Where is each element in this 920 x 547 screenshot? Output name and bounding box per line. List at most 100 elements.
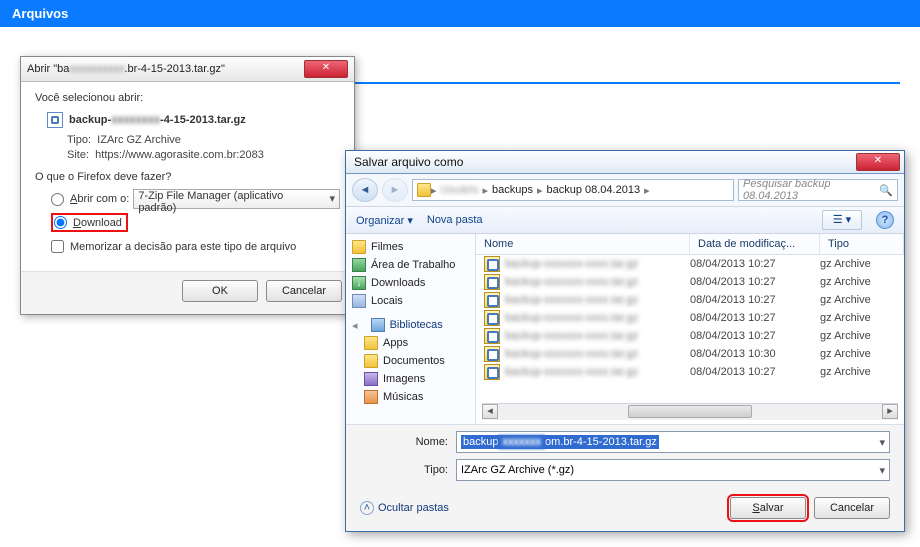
redacted: xxxxxxxxxx: [69, 63, 124, 75]
table-row[interactable]: backup-xxxxxxx-xxxx.tar.gz 08/04/2013 10:…: [476, 309, 904, 327]
tree-group-bibliotecas[interactable]: ◂ Bibliotecas: [348, 316, 473, 334]
filename-field: Nome: backupxxxxxxxom.br-4-15-2013.tar.g…: [406, 431, 890, 453]
hide-folders-button[interactable]: ˄ Ocultar pastas: [360, 501, 449, 515]
drive-icon: [352, 294, 366, 308]
table-row[interactable]: backup-xxxxxxx-xxxx.tar.gz 08/04/2013 10:…: [476, 327, 904, 345]
folder-icon: [352, 240, 366, 254]
file-icon: [47, 112, 63, 128]
search-icon[interactable]: 🔍: [879, 184, 893, 197]
table-row[interactable]: backup-xxxxxxx-xxxx.tar.gz08/04/2013 10:…: [476, 255, 904, 273]
remember-checkbox[interactable]: [51, 240, 64, 253]
col-type[interactable]: Tipo: [820, 234, 904, 254]
breadcrumb[interactable]: ▸ Usuário ▸ backups ▸ backup 08.04.2013 …: [412, 179, 734, 201]
table-row[interactable]: backup-xxxxxxx-xxxx.tar.gz08/04/2013 10:…: [476, 291, 904, 309]
t: -4-15-2013.tar.gz: [160, 114, 246, 126]
redacted-filename: backup-xxxxxxx-xxxx.tar.gz: [505, 348, 638, 360]
filetype-select[interactable]: IZArc GZ Archive (*.gz): [456, 459, 890, 481]
redacted: xxxxxxxx: [111, 114, 160, 126]
download-option[interactable]: Download: [51, 213, 340, 232]
toolbar: Organizar ▾ Nova pasta ☰ ▾ ?: [346, 207, 904, 234]
remember-choice[interactable]: Memorizar a decisão para este tipo de ar…: [51, 240, 340, 253]
cell-type: gz Archive: [820, 366, 904, 378]
tree-item-apps[interactable]: Apps: [348, 334, 473, 352]
tree-item-documentos[interactable]: Documentos: [348, 352, 473, 370]
cancel-button[interactable]: Cancelar: [266, 280, 342, 302]
file-site: Site: https://www.agorasite.com.br:2083: [67, 149, 340, 161]
cell-type: gz Archive: [820, 276, 904, 288]
remember-label: Memorizar a decisão para este tipo de ar…: [70, 241, 296, 253]
redacted-filename: backup-xxxxxxx-xxxx.tar.gz: [505, 312, 638, 324]
filetype-label: Tipo:: [406, 464, 448, 476]
tree-item-downloads[interactable]: Downloads: [348, 274, 473, 292]
column-headers[interactable]: Nome Data de modificaç... Tipo: [476, 234, 904, 255]
t: IZArc GZ Archive (*.gz): [461, 464, 574, 476]
forward-icon[interactable]: ►: [382, 178, 408, 202]
ok-button[interactable]: OK: [182, 280, 258, 302]
open-with-app-select[interactable]: 7-Zip File Manager (aplicativo padrão): [133, 189, 340, 209]
view-button[interactable]: ☰ ▾: [822, 210, 862, 230]
breadcrumb-seg[interactable]: backup 08.04.2013: [542, 184, 644, 196]
col-date[interactable]: Data de modificaç...: [690, 234, 820, 254]
help-icon[interactable]: ?: [876, 211, 894, 229]
redacted-filename: backup-xxxxxxx-xxxx.tar.gz: [505, 330, 638, 342]
organize-button[interactable]: Organizar ▾: [356, 214, 413, 227]
redacted: Usuário: [437, 184, 483, 196]
cell-type: gz Archive: [820, 258, 904, 270]
save-as-dialog: Salvar arquivo como ✕ ◄ ► ▸ Usuário ▸ ba…: [345, 150, 905, 532]
cell-date: 08/04/2013 10:27: [690, 330, 820, 342]
desktop-icon: [352, 258, 366, 272]
filetype-field: Tipo: IZArc GZ Archive (*.gz): [406, 459, 890, 481]
download-icon: [352, 276, 366, 290]
music-icon: [364, 390, 378, 404]
t: Abrir "ba: [27, 63, 69, 75]
cell-date: 08/04/2013 10:27: [690, 258, 820, 270]
dialog-title: Abrir "baxxxxxxxxxx.br-4-15-2013.tar.gz": [27, 63, 304, 75]
open-with-radio[interactable]: [51, 193, 64, 206]
table-row[interactable]: backup-xxxxxxx-xxxx.tar.gz08/04/2013 10:…: [476, 363, 904, 381]
folder-tree[interactable]: Filmes Área de Trabalho Downloads Locais…: [346, 234, 476, 424]
tree-item-imagens[interactable]: Imagens: [348, 370, 473, 388]
archive-icon: [484, 328, 500, 344]
tree-item-filmes[interactable]: Filmes: [348, 238, 473, 256]
image-icon: [364, 372, 378, 386]
back-icon[interactable]: ◄: [352, 178, 378, 202]
cell-type: gz Archive: [820, 330, 904, 342]
scroll-thumb[interactable]: [628, 405, 753, 418]
what-should-firefox-do: O que o Firefox deve fazer?: [35, 171, 340, 183]
close-icon[interactable]: ✕: [304, 60, 348, 78]
col-name[interactable]: Nome: [476, 234, 690, 254]
archive-icon: [484, 292, 500, 308]
redacted-filename: backup-xxxxxxx-xxxx.tar.gz: [505, 276, 638, 288]
cell-date: 08/04/2013 10:27: [690, 312, 820, 324]
cancel-button[interactable]: Cancelar: [814, 497, 890, 519]
horizontal-scrollbar[interactable]: ◂ ▸: [482, 403, 898, 420]
cell-type: gz Archive: [820, 348, 904, 360]
close-icon[interactable]: ✕: [856, 153, 900, 171]
open-with-option[interactable]: Abrir com o: 7-Zip File Manager (aplicat…: [51, 189, 340, 209]
t: 7-Zip File Manager (aplicativo padrão): [138, 190, 283, 214]
tree-item-musicas[interactable]: Músicas: [348, 388, 473, 406]
table-row[interactable]: backup-xxxxxxx-xxxx.tar.gz08/04/2013 10:…: [476, 345, 904, 363]
folder-icon: [417, 183, 431, 197]
file-list: Nome Data de modificaç... Tipo backup-xx…: [476, 234, 904, 424]
download-label: Download: [73, 217, 122, 229]
tree-item-desktop[interactable]: Área de Trabalho: [348, 256, 473, 274]
download-radio[interactable]: [54, 216, 67, 229]
dialog-titlebar[interactable]: Abrir "baxxxxxxxxxx.br-4-15-2013.tar.gz"…: [21, 57, 354, 82]
filename-input[interactable]: backupxxxxxxxom.br-4-15-2013.tar.gz: [456, 431, 890, 453]
dialog-titlebar[interactable]: Salvar arquivo como ✕: [346, 151, 904, 174]
cell-date: 08/04/2013 10:27: [690, 276, 820, 288]
breadcrumb-seg[interactable]: backups: [488, 184, 537, 196]
search-input[interactable]: Pesquisar backup 08.04.2013 🔍: [738, 179, 898, 201]
file-type: Tipo: IZArc GZ Archive: [67, 134, 340, 146]
scroll-left-icon[interactable]: ◂: [482, 404, 498, 419]
chevron-up-icon: ˄: [360, 501, 374, 515]
new-folder-button[interactable]: Nova pasta: [427, 214, 483, 226]
open-with-label: Abrir com o:: [70, 193, 129, 205]
archive-icon: [484, 364, 500, 380]
tree-item-locais[interactable]: Locais: [348, 292, 473, 310]
table-row[interactable]: backup-xxxxxxx-xxxx.tar.gz 08/04/2013 10:…: [476, 273, 904, 291]
scroll-right-icon[interactable]: ▸: [882, 404, 898, 419]
folder-icon: [364, 336, 378, 350]
save-button[interactable]: Salvar: [730, 497, 806, 519]
